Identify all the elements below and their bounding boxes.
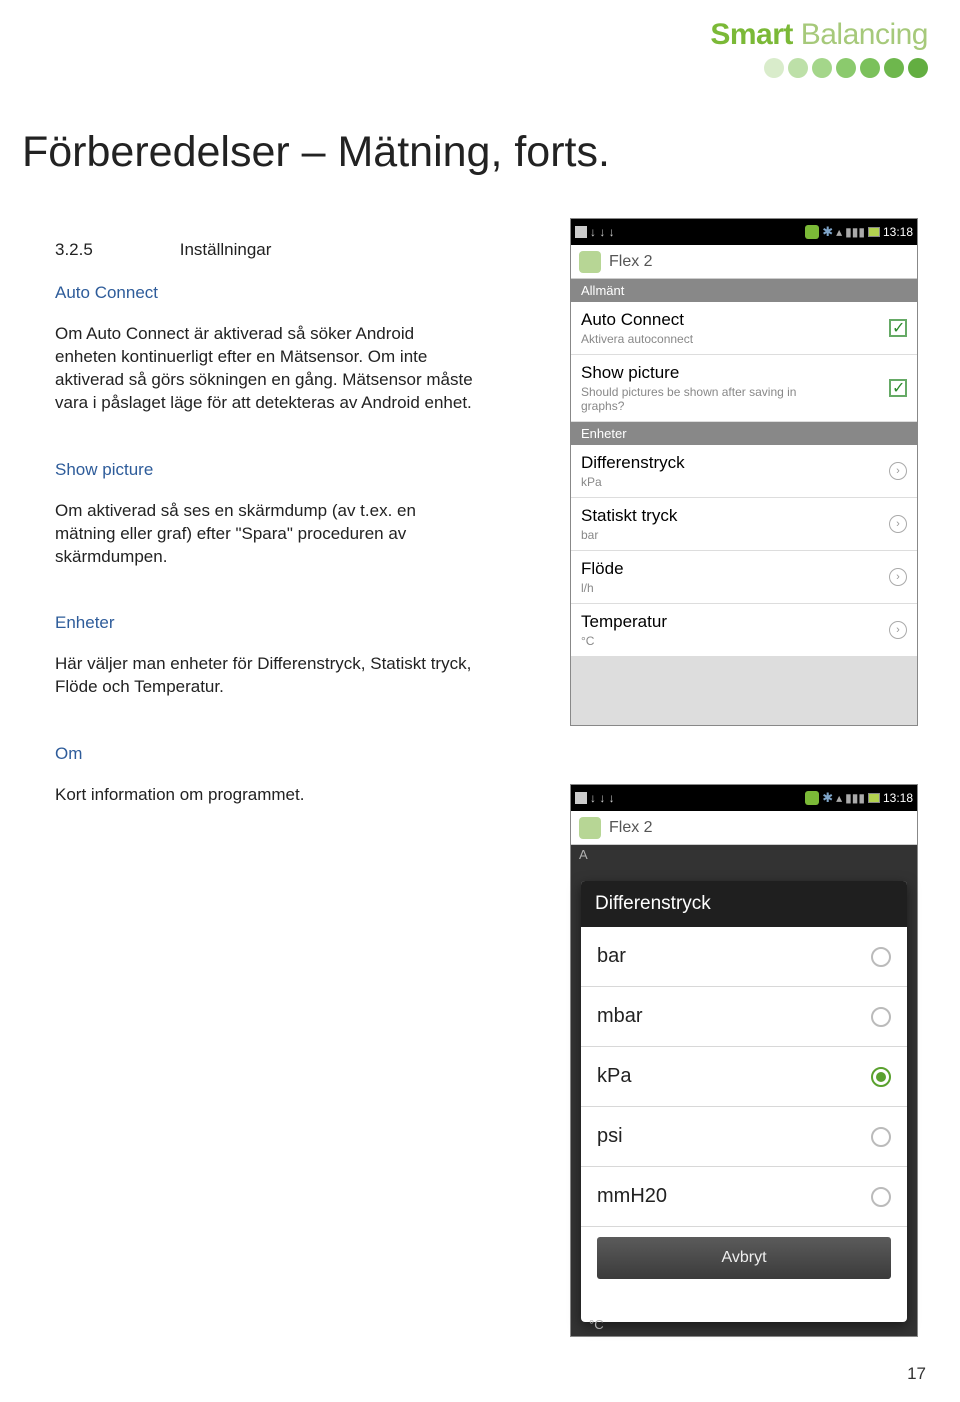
- chevron-right-icon: ›: [889, 621, 907, 639]
- option-bar[interactable]: bar: [581, 927, 907, 987]
- wifi-icon: ▴: [836, 791, 842, 805]
- showpicture-body: Om aktiverad så ses en skärmdump (av t.e…: [55, 500, 475, 569]
- enheter-hdr: Enheter: [55, 612, 475, 635]
- radio-icon[interactable]: [871, 1007, 891, 1027]
- pref-auto-connect[interactable]: Auto Connect Aktivera autoconnect: [571, 302, 917, 355]
- autoconnect-body: Om Auto Connect är aktiverad så söker An…: [55, 323, 475, 415]
- screenshot-unit-dialog: ↓ ↓ ↓ ✱ ▴ ▮▮▮ 13:18 Flex 2 A Differenstr…: [570, 784, 918, 1337]
- enheter-body: Här väljer man enheter för Differenstryc…: [55, 653, 475, 699]
- pref-sub: Aktivera autoconnect: [581, 332, 693, 346]
- chevron-right-icon: ›: [889, 462, 907, 480]
- om-hdr: Om: [55, 743, 475, 766]
- screenshot-settings: ↓ ↓ ↓ ✱ ▴ ▮▮▮ 13:18 Flex 2 Allmänt Auto …: [570, 218, 918, 726]
- app-status-icon: [805, 791, 819, 805]
- dimmed-sub: °C: [581, 1315, 612, 1334]
- pref-flow[interactable]: Flöde l/h ›: [571, 551, 917, 604]
- dialog-title: Differenstryck: [581, 881, 907, 927]
- pref-show-picture[interactable]: Show picture Should pictures be shown af…: [571, 355, 917, 422]
- dimmed-header: A: [571, 845, 917, 864]
- app-status-icon: [805, 225, 819, 239]
- chevron-right-icon: ›: [889, 568, 907, 586]
- radio-icon[interactable]: [871, 1127, 891, 1147]
- section-header-units: Enheter: [571, 422, 917, 445]
- brand-light: Balancing: [793, 18, 928, 51]
- option-mbar[interactable]: mbar: [581, 987, 907, 1047]
- radio-icon[interactable]: [871, 1187, 891, 1207]
- radio-selected-icon[interactable]: [871, 1067, 891, 1087]
- pref-temperature[interactable]: Temperatur °C ›: [571, 604, 917, 657]
- cancel-button[interactable]: Avbryt: [597, 1237, 891, 1279]
- section-number: 3.2.5: [55, 240, 175, 260]
- page-title: Förberedelser – Mätning, forts.: [22, 128, 610, 177]
- signal-icon: ▮▮▮: [845, 225, 865, 239]
- chevron-right-icon: ›: [889, 515, 907, 533]
- unit-dialog: Differenstryck bar mbar kPa psi mmH20 A: [581, 881, 907, 1322]
- om-body: Kort information om programmet.: [55, 784, 475, 807]
- pref-diff-pressure[interactable]: Differenstryck kPa ›: [571, 445, 917, 498]
- wifi-icon: ▴: [836, 225, 842, 239]
- checkbox-checked-icon[interactable]: [889, 319, 907, 337]
- app-title: Flex 2: [609, 819, 653, 837]
- radio-icon[interactable]: [871, 947, 891, 967]
- page-number: 17: [907, 1364, 926, 1384]
- clock: 13:18: [883, 791, 913, 805]
- clock: 13:18: [883, 225, 913, 239]
- battery-icon: [868, 227, 880, 237]
- autoconnect-hdr: Auto Connect: [55, 282, 475, 305]
- pref-title: Auto Connect: [581, 310, 693, 330]
- section-label: Inställningar: [180, 240, 272, 259]
- status-bar: ↓ ↓ ↓ ✱ ▴ ▮▮▮ 13:18: [571, 219, 917, 245]
- app-title: Flex 2: [609, 253, 653, 271]
- status-bar: ↓ ↓ ↓ ✱ ▴ ▮▮▮ 13:18: [571, 785, 917, 811]
- brand-bold: Smart: [710, 18, 793, 51]
- app-icon: [579, 251, 601, 273]
- battery-icon: [868, 793, 880, 803]
- app-bar: Flex 2: [571, 245, 917, 279]
- section-header-general: Allmänt: [571, 279, 917, 302]
- option-mmh2o[interactable]: mmH20: [581, 1167, 907, 1227]
- checkbox-checked-icon[interactable]: [889, 379, 907, 397]
- option-psi[interactable]: psi: [581, 1107, 907, 1167]
- pref-sub: Should pictures be shown after saving in…: [581, 385, 841, 413]
- body-text: 3.2.5 Inställningar Auto Connect Om Auto…: [55, 240, 475, 851]
- option-kpa[interactable]: kPa: [581, 1047, 907, 1107]
- showpicture-hdr: Show picture: [55, 459, 475, 482]
- app-icon: [579, 817, 601, 839]
- brand-dots: [710, 58, 928, 78]
- bluetooth-icon: ✱: [822, 224, 833, 240]
- brand-logo: Smart Balancing: [710, 18, 928, 78]
- app-bar: Flex 2: [571, 811, 917, 845]
- signal-icon: ▮▮▮: [845, 791, 865, 805]
- pref-static-pressure[interactable]: Statiskt tryck bar ›: [571, 498, 917, 551]
- bluetooth-icon: ✱: [822, 790, 833, 806]
- pref-title: Show picture: [581, 363, 841, 383]
